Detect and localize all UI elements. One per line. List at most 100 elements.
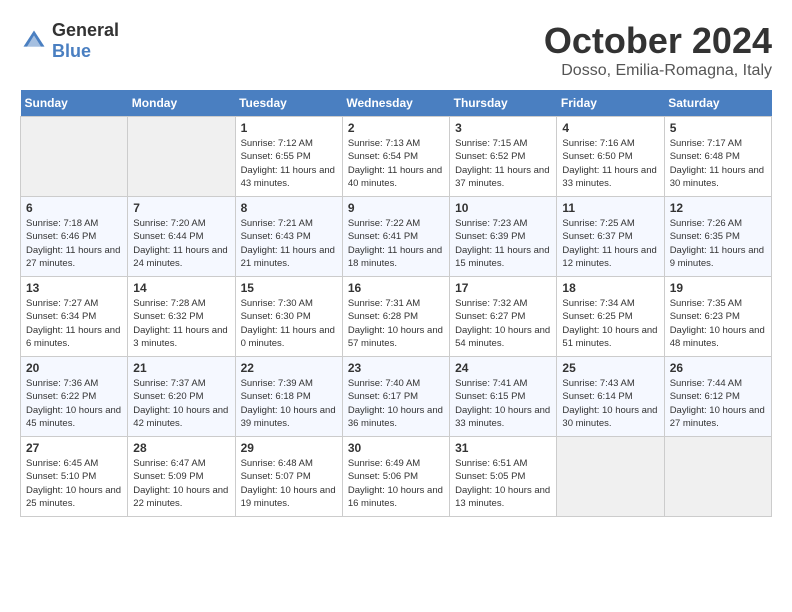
calendar-cell: 20 Sunrise: 7:36 AMSunset: 6:22 PMDayligh… xyxy=(21,357,128,437)
logo-blue: Blue xyxy=(52,41,91,61)
day-number: 9 xyxy=(348,201,444,215)
day-number: 11 xyxy=(562,201,658,215)
calendar-row: 13 Sunrise: 7:27 AMSunset: 6:34 PMDayligh… xyxy=(21,277,772,357)
cell-info: Sunrise: 7:37 AMSunset: 6:20 PMDaylight:… xyxy=(133,377,229,430)
calendar-cell: 14Sunrise: 7:28 AMSunset: 6:32 PMDayligh… xyxy=(128,277,235,357)
location-title: Dosso, Emilia-Romagna, Italy xyxy=(544,62,772,80)
day-number: 20 xyxy=(26,361,122,375)
cell-info: Sunrise: 7:20 AMSunset: 6:44 PMDaylight:… xyxy=(133,217,229,270)
day-number: 12 xyxy=(670,201,766,215)
cell-info: Sunrise: 7:26 AMSunset: 6:35 PMDaylight:… xyxy=(670,217,766,270)
weekday-header: Monday xyxy=(128,90,235,117)
cell-info: Sunrise: 6:45 AMSunset: 5:10 PMDaylight:… xyxy=(26,457,122,510)
calendar-row: 6 Sunrise: 7:18 AMSunset: 6:46 PMDaylight… xyxy=(21,197,772,277)
calendar-cell: 9 Sunrise: 7:22 AMSunset: 6:41 PMDaylight… xyxy=(342,197,449,277)
calendar-header-row: SundayMondayTuesdayWednesdayThursdayFrid… xyxy=(21,90,772,117)
calendar-cell: 31Sunrise: 6:51 AMSunset: 5:05 PMDayligh… xyxy=(450,437,557,517)
day-number: 1 xyxy=(241,121,337,135)
weekday-header: Saturday xyxy=(664,90,771,117)
cell-info: Sunrise: 7:31 AMSunset: 6:28 PMDaylight:… xyxy=(348,297,444,350)
calendar-cell: 8 Sunrise: 7:21 AMSunset: 6:43 PMDaylight… xyxy=(235,197,342,277)
cell-info: Sunrise: 7:34 AMSunset: 6:25 PMDaylight:… xyxy=(562,297,658,350)
cell-info: Sunrise: 7:41 AMSunset: 6:15 PMDaylight:… xyxy=(455,377,551,430)
calendar-cell: 25Sunrise: 7:43 AMSunset: 6:14 PMDayligh… xyxy=(557,357,664,437)
calendar-cell: 24 Sunrise: 7:41 AMSunset: 6:15 PMDayligh… xyxy=(450,357,557,437)
cell-info: Sunrise: 7:12 AMSunset: 6:55 PMDaylight:… xyxy=(241,137,337,190)
calendar-cell: 28 Sunrise: 6:47 AMSunset: 5:09 PMDayligh… xyxy=(128,437,235,517)
cell-info: Sunrise: 6:47 AMSunset: 5:09 PMDaylight:… xyxy=(133,457,229,510)
day-number: 24 xyxy=(455,361,551,375)
calendar-cell: 26Sunrise: 7:44 AMSunset: 6:12 PMDayligh… xyxy=(664,357,771,437)
day-number: 25 xyxy=(562,361,658,375)
calendar-cell: 2 Sunrise: 7:13 AMSunset: 6:54 PMDaylight… xyxy=(342,117,449,197)
cell-info: Sunrise: 7:27 AMSunset: 6:34 PMDaylight:… xyxy=(26,297,122,350)
calendar-cell: 11Sunrise: 7:25 AMSunset: 6:37 PMDayligh… xyxy=(557,197,664,277)
calendar-cell: 1 Sunrise: 7:12 AMSunset: 6:55 PMDaylight… xyxy=(235,117,342,197)
day-number: 21 xyxy=(133,361,229,375)
day-number: 13 xyxy=(26,281,122,295)
calendar-cell: 21 Sunrise: 7:37 AMSunset: 6:20 PMDayligh… xyxy=(128,357,235,437)
calendar-row: 20 Sunrise: 7:36 AMSunset: 6:22 PMDayligh… xyxy=(21,357,772,437)
day-number: 23 xyxy=(348,361,444,375)
day-number: 15 xyxy=(241,281,337,295)
calendar-cell: 10 Sunrise: 7:23 AMSunset: 6:39 PMDayligh… xyxy=(450,197,557,277)
calendar-cell xyxy=(664,437,771,517)
cell-info: Sunrise: 7:22 AMSunset: 6:41 PMDaylight:… xyxy=(348,217,444,270)
day-number: 2 xyxy=(348,121,444,135)
day-number: 19 xyxy=(670,281,766,295)
logo: General Blue xyxy=(20,20,119,62)
calendar-table: SundayMondayTuesdayWednesdayThursdayFrid… xyxy=(20,90,772,517)
cell-info: Sunrise: 7:23 AMSunset: 6:39 PMDaylight:… xyxy=(455,217,551,270)
page-header: General Blue October 2024 Dosso, Emilia-… xyxy=(20,20,772,80)
weekday-header: Wednesday xyxy=(342,90,449,117)
calendar-cell xyxy=(21,117,128,197)
day-number: 7 xyxy=(133,201,229,215)
cell-info: Sunrise: 7:21 AMSunset: 6:43 PMDaylight:… xyxy=(241,217,337,270)
logo-icon xyxy=(20,27,48,55)
day-number: 3 xyxy=(455,121,551,135)
cell-info: Sunrise: 7:39 AMSunset: 6:18 PMDaylight:… xyxy=(241,377,337,430)
cell-info: Sunrise: 7:16 AMSunset: 6:50 PMDaylight:… xyxy=(562,137,658,190)
calendar-cell: 13 Sunrise: 7:27 AMSunset: 6:34 PMDayligh… xyxy=(21,277,128,357)
day-number: 6 xyxy=(26,201,122,215)
logo-general: General xyxy=(52,20,119,40)
calendar-cell: 6 Sunrise: 7:18 AMSunset: 6:46 PMDaylight… xyxy=(21,197,128,277)
calendar-cell: 27 Sunrise: 6:45 AMSunset: 5:10 PMDayligh… xyxy=(21,437,128,517)
calendar-cell xyxy=(557,437,664,517)
calendar-cell: 29 Sunrise: 6:48 AMSunset: 5:07 PMDayligh… xyxy=(235,437,342,517)
calendar-cell: 22 Sunrise: 7:39 AMSunset: 6:18 PMDayligh… xyxy=(235,357,342,437)
day-number: 8 xyxy=(241,201,337,215)
day-number: 10 xyxy=(455,201,551,215)
cell-info: Sunrise: 6:49 AMSunset: 5:06 PMDaylight:… xyxy=(348,457,444,510)
cell-info: Sunrise: 7:30 AMSunset: 6:30 PMDaylight:… xyxy=(241,297,337,350)
cell-info: Sunrise: 7:13 AMSunset: 6:54 PMDaylight:… xyxy=(348,137,444,190)
month-title: October 2024 xyxy=(544,20,772,62)
day-number: 26 xyxy=(670,361,766,375)
calendar-cell: 12 Sunrise: 7:26 AMSunset: 6:35 PMDayligh… xyxy=(664,197,771,277)
cell-info: Sunrise: 7:35 AMSunset: 6:23 PMDaylight:… xyxy=(670,297,766,350)
calendar-cell: 23Sunrise: 7:40 AMSunset: 6:17 PMDayligh… xyxy=(342,357,449,437)
cell-info: Sunrise: 7:36 AMSunset: 6:22 PMDaylight:… xyxy=(26,377,122,430)
day-number: 14 xyxy=(133,281,229,295)
cell-info: Sunrise: 6:48 AMSunset: 5:07 PMDaylight:… xyxy=(241,457,337,510)
day-number: 28 xyxy=(133,441,229,455)
day-number: 31 xyxy=(455,441,551,455)
calendar-cell xyxy=(128,117,235,197)
calendar-row: 27 Sunrise: 6:45 AMSunset: 5:10 PMDayligh… xyxy=(21,437,772,517)
calendar-cell: 7 Sunrise: 7:20 AMSunset: 6:44 PMDaylight… xyxy=(128,197,235,277)
day-number: 29 xyxy=(241,441,337,455)
calendar-cell: 15 Sunrise: 7:30 AMSunset: 6:30 PMDayligh… xyxy=(235,277,342,357)
cell-info: Sunrise: 7:18 AMSunset: 6:46 PMDaylight:… xyxy=(26,217,122,270)
weekday-header: Friday xyxy=(557,90,664,117)
weekday-header: Thursday xyxy=(450,90,557,117)
day-number: 17 xyxy=(455,281,551,295)
day-number: 18 xyxy=(562,281,658,295)
calendar-cell: 19 Sunrise: 7:35 AMSunset: 6:23 PMDayligh… xyxy=(664,277,771,357)
day-number: 22 xyxy=(241,361,337,375)
calendar-cell: 3Sunrise: 7:15 AMSunset: 6:52 PMDaylight… xyxy=(450,117,557,197)
calendar-cell: 30Sunrise: 6:49 AMSunset: 5:06 PMDayligh… xyxy=(342,437,449,517)
calendar-cell: 17 Sunrise: 7:32 AMSunset: 6:27 PMDayligh… xyxy=(450,277,557,357)
day-number: 27 xyxy=(26,441,122,455)
cell-info: Sunrise: 7:32 AMSunset: 6:27 PMDaylight:… xyxy=(455,297,551,350)
day-number: 16 xyxy=(348,281,444,295)
